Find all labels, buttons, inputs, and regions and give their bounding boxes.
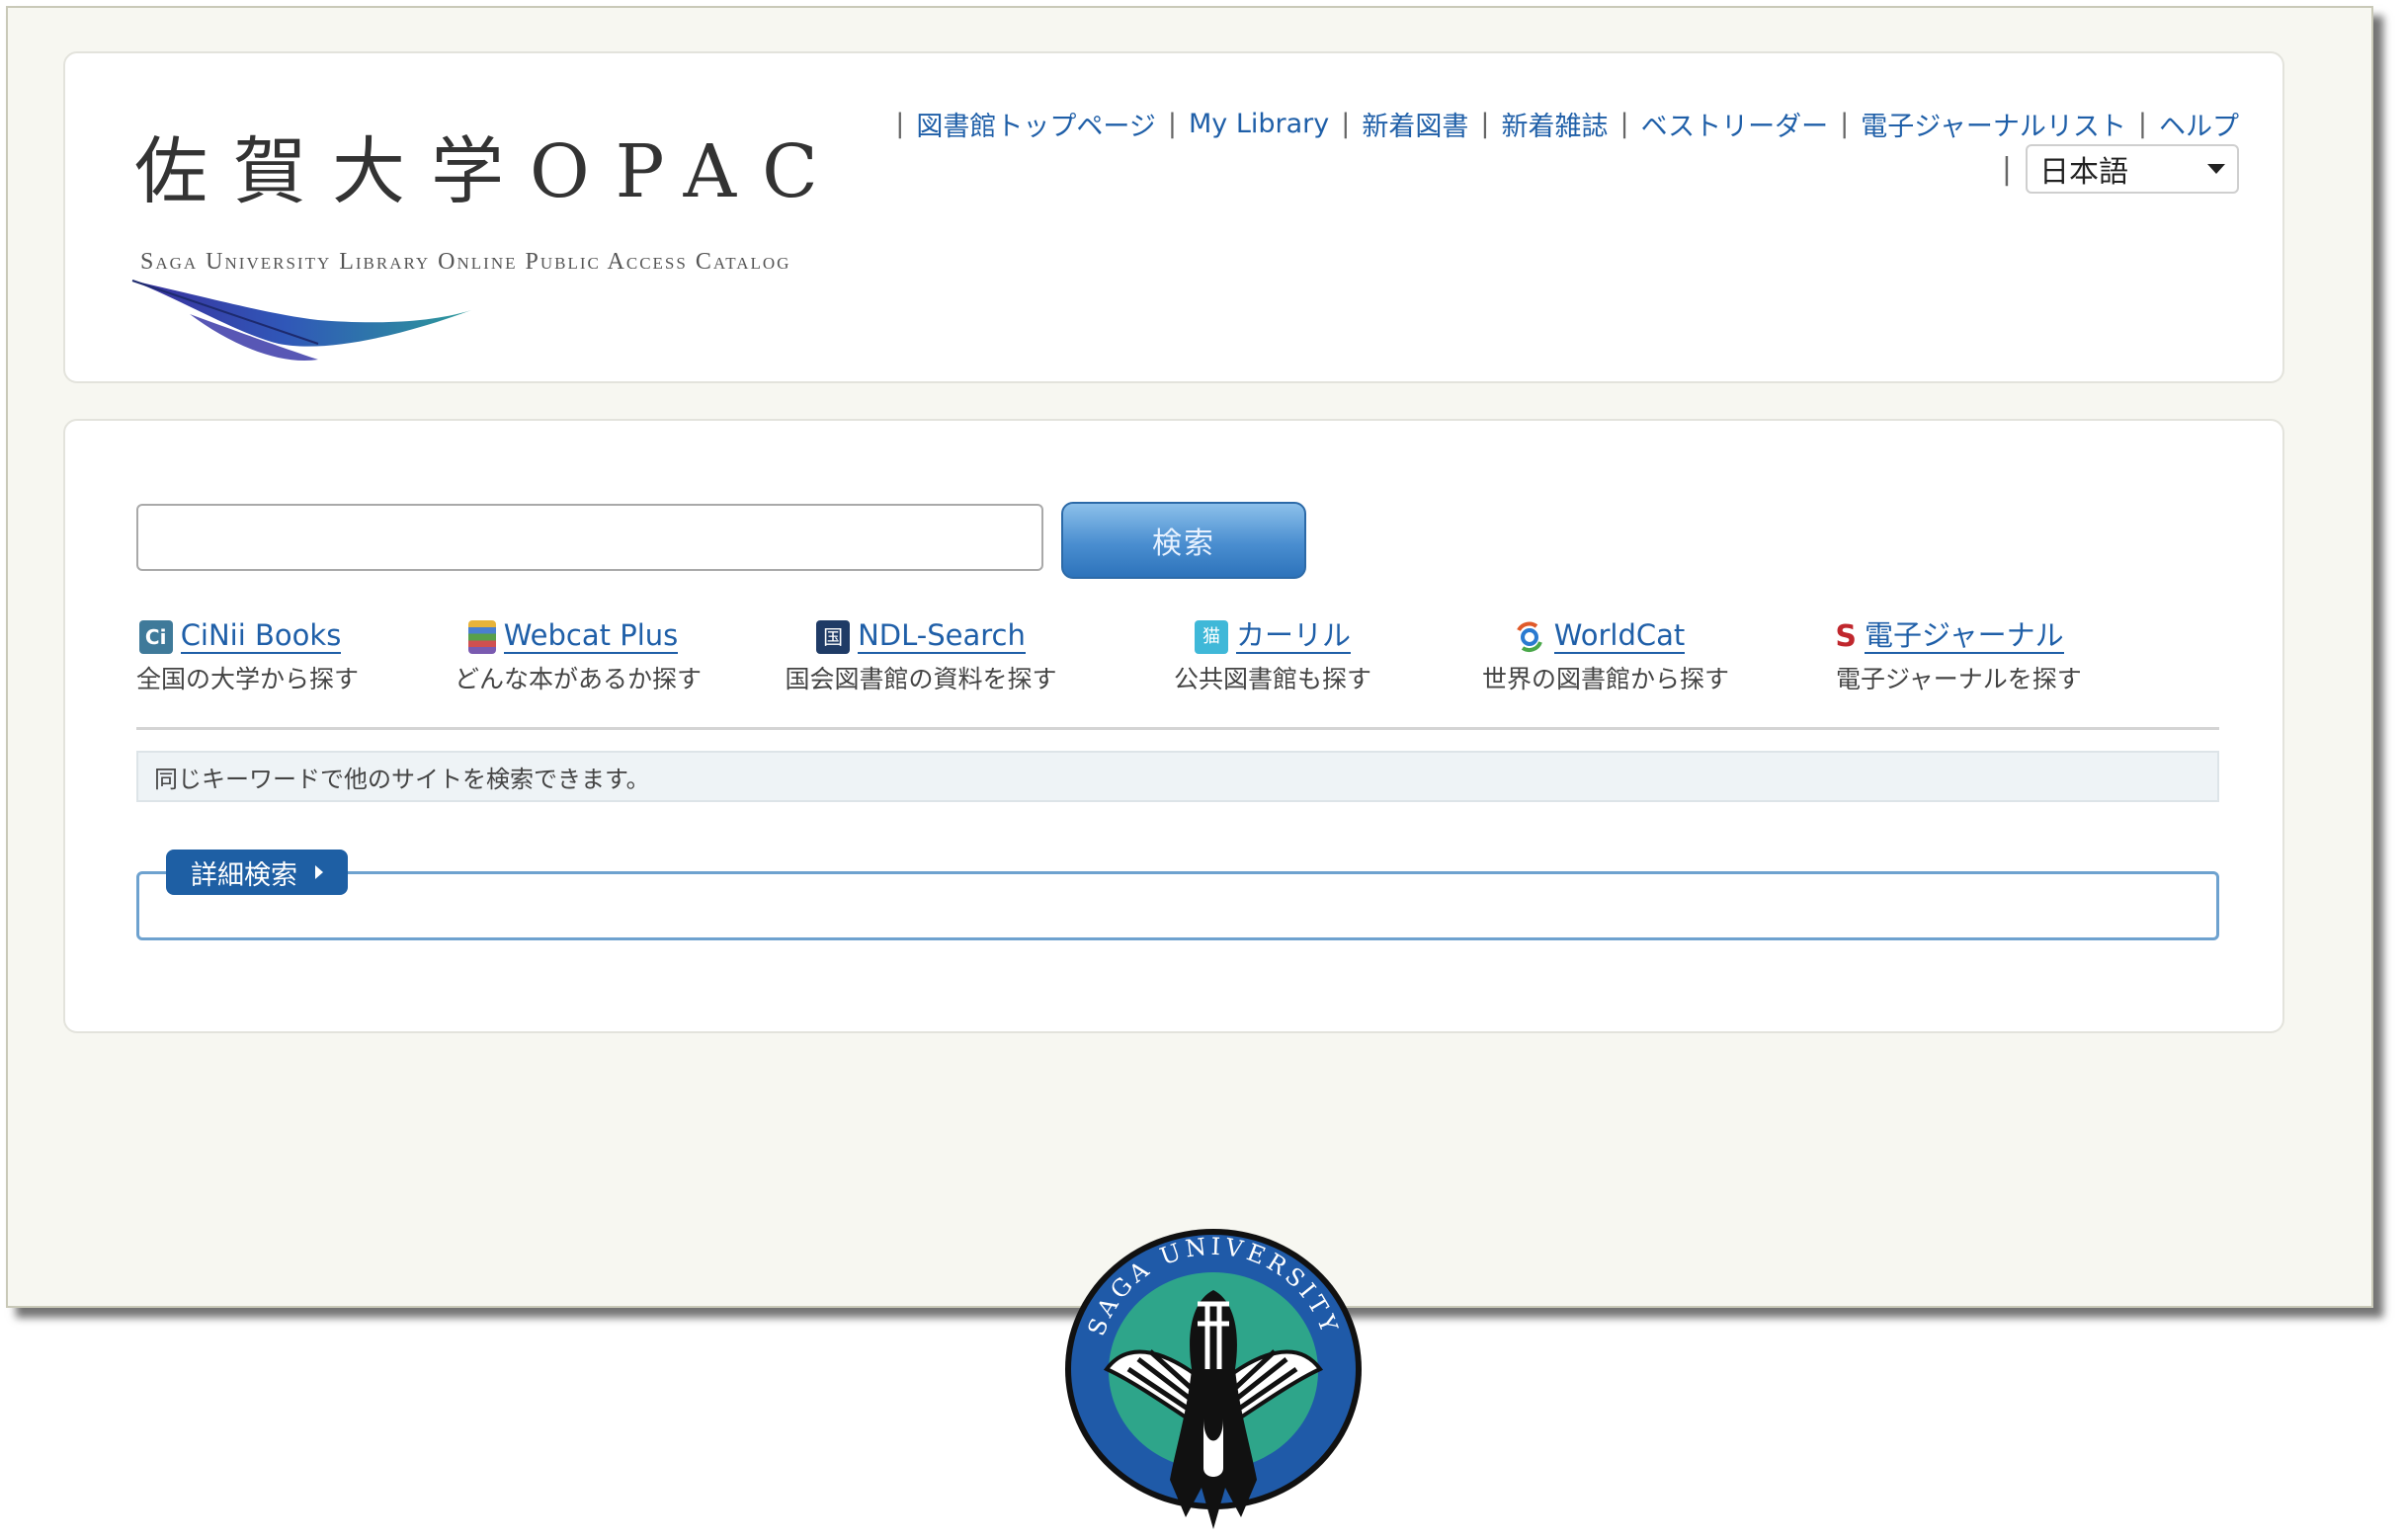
source-name[interactable]: NDL-Search <box>858 618 1026 654</box>
feather-icon <box>131 280 471 361</box>
cinii-icon: Ci <box>138 620 173 654</box>
source-name[interactable]: CiNii Books <box>180 618 342 654</box>
browser-window: 佐賀大学OPAC Saga University Library Online … <box>6 6 2373 1308</box>
source-desc: 世界の図書館から探す <box>1482 665 1730 693</box>
books-stack-icon <box>467 620 496 654</box>
nav-help[interactable]: ヘルプ <box>2159 105 2239 143</box>
nav-best-reader[interactable]: ベストリーダー <box>1641 105 1829 143</box>
nav-library-top[interactable]: 図書館トップページ <box>916 105 1155 143</box>
source-name[interactable]: 電子ジャーナル <box>1865 618 2064 654</box>
source-cinii[interactable]: Ci CiNii Books 全国の大学から探す <box>136 618 360 695</box>
search-input[interactable] <box>136 504 1043 571</box>
logo-subtitle: Saga University Library Online Public Ac… <box>140 249 791 275</box>
source-worldcat[interactable]: WorldCat 世界の図書館から探す <box>1482 618 1730 695</box>
source-name[interactable]: Webcat Plus <box>503 618 679 654</box>
nav-new-journals[interactable]: 新着雑誌 <box>1501 105 1608 143</box>
search-panel: 検索 Ci CiNii Books 全国の大学から探す Webcat Plus … <box>63 419 2284 1033</box>
language-select[interactable]: 日本語 <box>2026 144 2239 194</box>
search-button[interactable]: 検索 <box>1061 502 1306 579</box>
advanced-search-label: 詳細検索 <box>191 859 297 891</box>
language-value: 日本語 <box>2039 155 2128 190</box>
notice-text: 同じキーワードで他のサイトを検索できます。 <box>136 751 2219 802</box>
nav-new-books[interactable]: 新着図書 <box>1362 105 1468 143</box>
advanced-search-toggle[interactable]: 詳細検索 <box>166 850 348 895</box>
language-area: | 日本語 <box>2002 144 2239 194</box>
external-sources: Ci CiNii Books 全国の大学から探す Webcat Plus どんな… <box>136 618 2211 717</box>
ndl-icon: 国 <box>816 620 851 654</box>
source-name[interactable]: カーリル <box>1235 618 1351 654</box>
divider <box>136 727 2219 730</box>
source-desc: 国会図書館の資料を探す <box>785 665 1057 693</box>
advanced-search-box <box>136 871 2219 940</box>
opac-logo[interactable]: 佐賀大学OPAC Saga University Library Online … <box>131 113 846 369</box>
source-ejournal[interactable]: S 電子ジャーナル 電子ジャーナルを探す <box>1835 618 2082 695</box>
source-calil[interactable]: 猫 カーリル 公共図書館も探す <box>1174 618 1371 695</box>
top-navigation: | 図書館トップページ | My Library | 新着図書 | 新着雑誌 |… <box>883 105 2239 143</box>
chevron-down-icon <box>2207 164 2225 174</box>
ejournal-icon: S <box>1835 619 1858 654</box>
nav-my-library[interactable]: My Library <box>1189 109 1329 139</box>
worldcat-icon <box>1516 621 1542 652</box>
source-desc: 全国の大学から探す <box>136 665 360 693</box>
header-panel: 佐賀大学OPAC Saga University Library Online … <box>63 51 2284 383</box>
saga-university-emblem-icon: SAGA UNIVERSITY <box>1065 1229 1362 1529</box>
source-desc: どんな本があるか探す <box>455 665 703 693</box>
nav-ejournal-list[interactable]: 電子ジャーナルリスト <box>1861 105 2126 143</box>
source-webcat[interactable]: Webcat Plus どんな本があるか探す <box>455 618 703 695</box>
source-name[interactable]: WorldCat <box>1553 618 1686 654</box>
source-ndl[interactable]: 国 NDL-Search 国会図書館の資料を探す <box>785 618 1057 695</box>
chevron-right-icon <box>315 865 323 879</box>
source-desc: 公共図書館も探す <box>1174 665 1372 693</box>
source-desc: 電子ジャーナルを探す <box>1836 665 2082 693</box>
logo-title: 佐賀大学OPAC <box>134 129 844 214</box>
calil-cat-icon: 猫 <box>1194 620 1228 654</box>
